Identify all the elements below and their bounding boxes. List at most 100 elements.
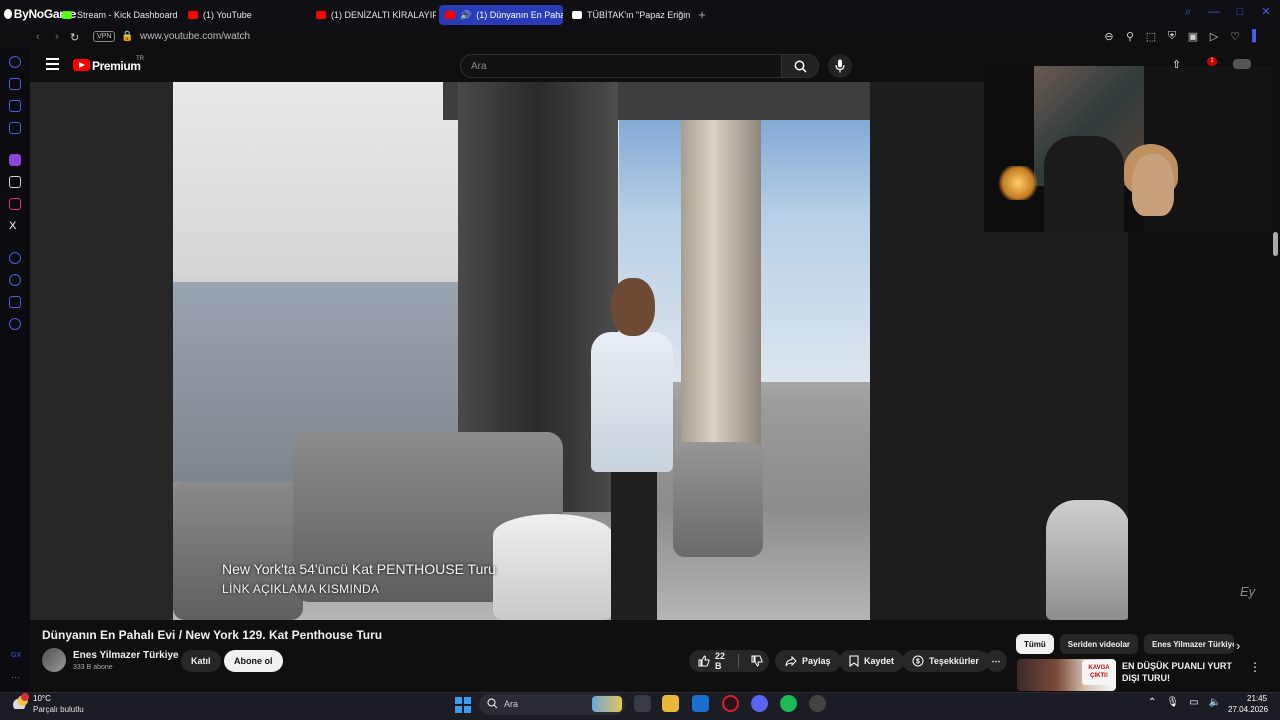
tab-tubitak[interactable]: TÜBİTAK'ın "Papaz Eriğini — [566, 5, 690, 25]
chip-all[interactable]: Tümü — [1016, 634, 1054, 654]
maximize-icon[interactable]: □ — [1234, 6, 1246, 18]
thanks-button[interactable]: $ Teşekkürler — [902, 650, 989, 672]
windows-start-button[interactable] — [455, 697, 471, 713]
youtube-premium-logo[interactable]: Premium — [92, 59, 141, 73]
weather-alert-badge — [21, 693, 29, 701]
history-icon[interactable] — [9, 56, 21, 68]
chevron-right-icon[interactable]: › — [1236, 638, 1240, 653]
tab-current-video[interactable]: 🔊 (1) Dünyanın En Pahalı — [439, 5, 563, 25]
forward-icon[interactable]: › — [55, 31, 59, 43]
notification-badge[interactable]: 1 — [1207, 57, 1217, 66]
sidebar-toggle-icon[interactable]: ▌ — [1250, 30, 1262, 43]
lock-icon[interactable]: 🔒 — [121, 31, 133, 42]
screenshot-icon[interactable]: ⬚ — [1145, 30, 1157, 43]
clock-time[interactable]: 21:45 — [1247, 694, 1267, 703]
scrollbar-thumb[interactable] — [1273, 232, 1278, 256]
zoom-icon[interactable]: ⊖ — [1103, 30, 1115, 43]
subscriber-count: 333 B abone — [73, 664, 113, 671]
more-icon[interactable]: ⋯ — [11, 672, 20, 683]
menu-icon[interactable] — [46, 58, 59, 70]
tab-denizalti[interactable]: (1) DENİZALTI KİRALAYIP — [310, 5, 436, 25]
speaker-icon: 🔊 — [460, 9, 472, 20]
youtube-favicon-icon — [316, 11, 326, 19]
wallet-icon[interactable]: ▣ — [1187, 30, 1199, 43]
save-button[interactable]: Kaydet — [839, 650, 905, 672]
search-tabs-icon[interactable]: ⌕ — [1182, 6, 1194, 18]
puzzle-icon[interactable] — [9, 296, 21, 308]
channel-name[interactable]: Enes Yilmazer Türkiye — [73, 650, 179, 661]
twitch-icon[interactable] — [9, 154, 21, 166]
chip-series-videos[interactable]: Seriden videolar — [1059, 634, 1139, 654]
volume-icon[interactable]: 🔈 — [1209, 697, 1221, 708]
channel-avatar[interactable] — [42, 648, 66, 672]
opera-gx-icon[interactable] — [722, 695, 739, 712]
tab-youtube-home[interactable]: (1) YouTube — [182, 5, 308, 25]
discord-icon[interactable] — [751, 695, 768, 712]
account-avatar[interactable] — [1233, 59, 1251, 69]
clock-date[interactable]: 27.04.2026 — [1228, 705, 1268, 714]
channel-watermark[interactable]: Ey — [1240, 584, 1255, 599]
url-field[interactable]: www.youtube.com/watch — [140, 31, 250, 42]
extension-icon[interactable] — [9, 78, 21, 90]
search-button[interactable] — [781, 54, 819, 78]
tab-kick-dashboard[interactable]: Stream - Kick Dashboard — [56, 5, 182, 25]
tab-label: (1) YouTube — [203, 10, 252, 20]
scrollbar-track[interactable] — [1272, 48, 1280, 692]
heart-icon[interactable]: ♡ — [1229, 30, 1241, 43]
recommended-more-icon[interactable]: ⋮ — [1249, 660, 1261, 674]
instagram-icon[interactable] — [9, 198, 21, 210]
pin-icon[interactable]: ⚲ — [1124, 30, 1136, 43]
minimize-icon[interactable]: — — [1208, 6, 1220, 18]
youtube-favicon-icon — [188, 11, 198, 19]
voice-search-button[interactable] — [828, 54, 852, 78]
search-input[interactable] — [460, 54, 782, 78]
clock-icon[interactable] — [9, 274, 21, 286]
video-caption-title: New York'ta 54'üncü Kat PENTHOUSE Turu — [222, 561, 496, 577]
youtube-logo-icon[interactable] — [73, 59, 90, 71]
mail-app-icon[interactable] — [692, 695, 709, 712]
settings-icon[interactable] — [9, 318, 21, 330]
video-player[interactable]: New York'ta 54'üncü Kat PENTHOUSE Turu L… — [30, 82, 1128, 620]
create-icon[interactable]: ⇧ — [1172, 58, 1181, 71]
new-tab-button[interactable]: + — [695, 7, 709, 22]
player-icon[interactable] — [9, 252, 21, 264]
file-explorer-icon[interactable] — [662, 695, 679, 712]
vpn-badge[interactable]: VPN — [93, 31, 116, 42]
chevron-up-icon[interactable]: ⌃ — [1148, 697, 1156, 708]
address-bar-actions: ⊖ ⚲ ⬚ ⛨ ▣ ▷ ♡ ▌ — [1103, 30, 1262, 43]
recommended-video-title[interactable]: EN DÜŞÜK PUANLI YURT DIŞI TURU! — [1122, 660, 1242, 684]
tab-label: TÜBİTAK'ın "Papaz Eriğini — [587, 10, 690, 20]
messenger-icon[interactable] — [9, 122, 21, 134]
search-highlight-icon — [592, 696, 622, 712]
play-icon[interactable]: ▷ — [1208, 30, 1220, 43]
thumbs-up-icon — [698, 655, 710, 667]
weather-temperature[interactable]: 10°C — [33, 694, 51, 703]
back-icon[interactable]: ‹ — [36, 31, 40, 43]
weather-description[interactable]: Parçalı bulutlu — [33, 705, 84, 714]
close-icon[interactable]: ✕ — [1260, 6, 1272, 18]
video-title: Dünyanın En Pahalı Evi / New York 129. K… — [42, 628, 383, 642]
shield-icon[interactable]: ⛨ — [1166, 30, 1178, 43]
more-actions-button[interactable]: ⋯ — [985, 650, 1007, 672]
box-icon[interactable] — [9, 100, 21, 112]
join-button[interactable]: Katıl — [181, 650, 221, 672]
dislike-button[interactable] — [744, 650, 769, 672]
discord-icon[interactable] — [9, 176, 21, 188]
task-view-icon[interactable] — [634, 695, 651, 712]
spotify-icon[interactable] — [780, 695, 797, 712]
like-button[interactable]: 22 B — [689, 650, 733, 672]
obs-icon[interactable] — [809, 695, 826, 712]
x-twitter-icon[interactable]: X — [9, 220, 21, 232]
subscribe-button[interactable]: Abone ol — [224, 650, 283, 672]
microphone-icon — [835, 59, 845, 73]
thumbs-down-icon — [751, 655, 763, 667]
video-presenter-head — [611, 278, 655, 336]
network-icon[interactable]: ▭ — [1189, 697, 1198, 708]
gx-icon[interactable]: GX — [11, 652, 21, 659]
region-label: TR — [136, 56, 144, 62]
taskbar-search-label[interactable]: Ara — [504, 699, 518, 709]
share-button[interactable]: Paylaş — [775, 650, 841, 672]
chip-channel[interactable]: Enes Yilmazer Türkiye — [1144, 634, 1235, 654]
reload-icon[interactable]: ↻ — [70, 31, 79, 44]
microphone-icon[interactable]: 🎙 — [1166, 697, 1179, 708]
